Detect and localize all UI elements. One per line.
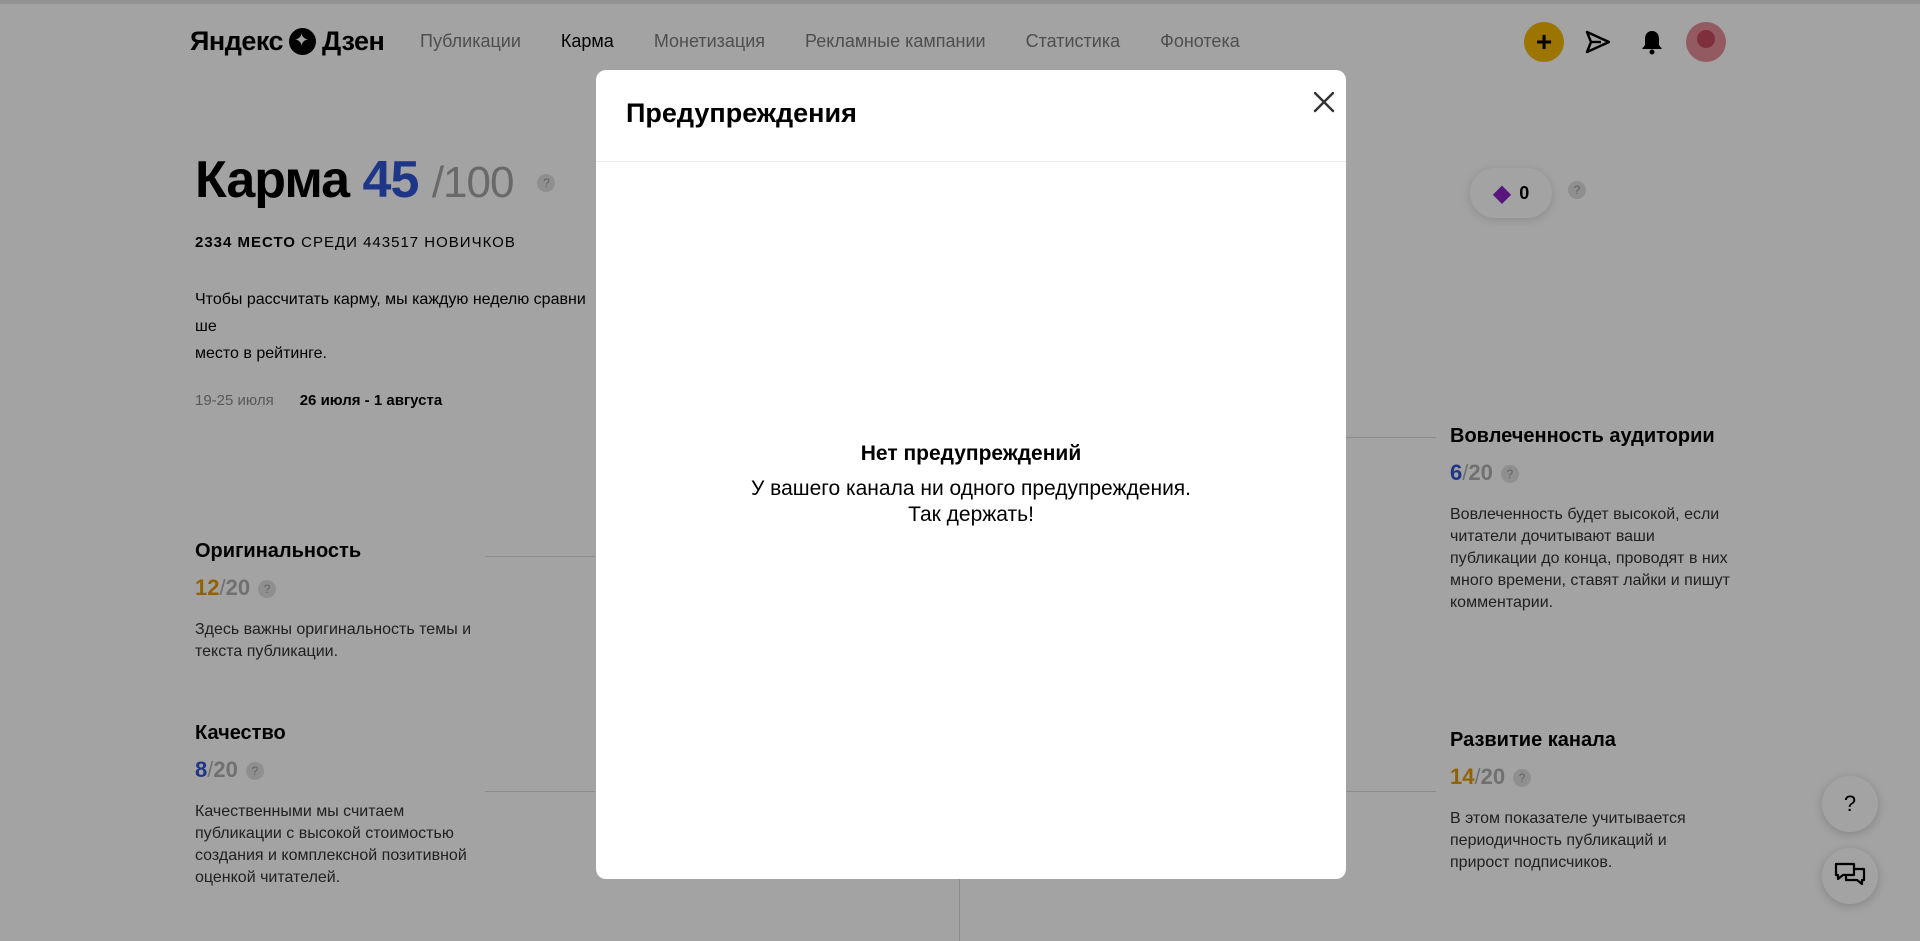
empty-state-line1: У вашего канала ни одного предупреждения… xyxy=(750,477,1192,500)
warnings-modal: Предупреждения Нет предупреждений У ваше… xyxy=(596,70,1346,879)
close-button[interactable] xyxy=(1304,82,1344,122)
empty-state-title: Нет предупреждений xyxy=(860,442,1082,465)
modal-divider xyxy=(596,161,1346,162)
modal-title: Предупреждения xyxy=(626,98,857,128)
close-icon xyxy=(1313,91,1335,113)
empty-state-text: У вашего канала ни одного предупреждения… xyxy=(596,476,1346,528)
empty-state-line2: Так держать! xyxy=(908,503,1034,526)
